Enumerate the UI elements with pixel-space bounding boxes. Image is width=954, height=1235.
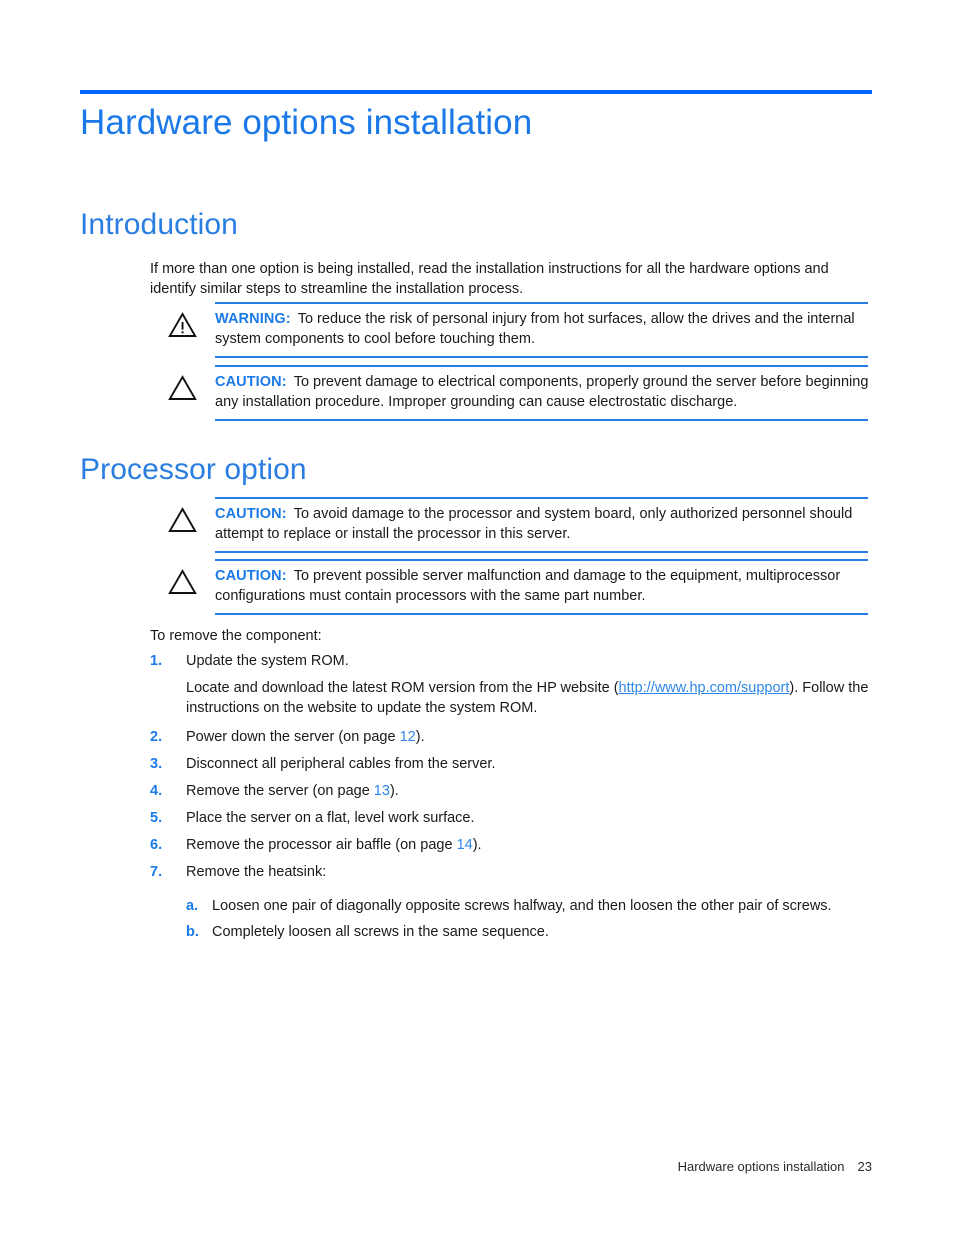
list-item: 6. Remove the processor air baffle (on p… <box>150 836 872 856</box>
alert-content: CAUTION: To prevent possible server malfu… <box>168 561 872 613</box>
list-item: 2. Power down the server (on page 12). <box>150 728 872 748</box>
introduction-paragraph: If more than one option is being install… <box>150 260 872 299</box>
header-accent-rule <box>80 90 872 94</box>
alert-label: CAUTION: <box>215 568 287 584</box>
page-title: Hardware options installation <box>80 103 533 142</box>
step-number: 7. <box>150 864 163 880</box>
step-text-prefix: Remove the server (on page <box>186 783 374 799</box>
alert-label: CAUTION: <box>215 506 287 522</box>
caution-alert-box: CAUTION: To prevent damage to electrical … <box>168 365 872 421</box>
introduction-paragraph-text: If more than one option is being install… <box>150 261 829 297</box>
hp-support-link[interactable]: http://www.hp.com/support <box>619 680 790 696</box>
alert-text: CAUTION: To prevent possible server malfu… <box>215 567 872 606</box>
alert-text: CAUTION: To avoid damage to the processor… <box>215 505 872 544</box>
substep-text: Loosen one pair of diagonally opposite s… <box>212 898 832 914</box>
alert-message: To avoid damage to the processor and sys… <box>215 506 853 542</box>
step-text-suffix: ). <box>472 837 482 853</box>
step-detail-prefix: Locate and download the latest ROM versi… <box>186 680 619 696</box>
page-reference-link[interactable]: 14 <box>457 837 473 853</box>
alert-content: CAUTION: To avoid damage to the processor… <box>168 499 872 551</box>
step-text-suffix: ). <box>415 729 425 745</box>
step-detail: Locate and download the latest ROM versi… <box>186 679 872 718</box>
alert-content: CAUTION: To prevent damage to electrical … <box>168 367 872 419</box>
section-heading-processor-option: Processor option <box>80 453 307 486</box>
caution-triangle-icon <box>168 567 215 595</box>
step-text-suffix: ). <box>389 783 399 799</box>
alert-message: To prevent possible server malfunction a… <box>215 568 841 604</box>
list-item: 5. Place the server on a flat, level wor… <box>150 809 872 829</box>
step-number: 3. <box>150 756 163 772</box>
step-number: 2. <box>150 729 163 745</box>
alert-bottom-rule <box>215 613 868 615</box>
step-text: Remove the processor air baffle (on page… <box>186 836 872 856</box>
step-text: Place the server on a flat, level work s… <box>186 810 475 826</box>
alert-text: WARNING: To reduce the risk of personal i… <box>215 310 872 349</box>
footer-page-number: 23 <box>857 1159 872 1174</box>
alert-text: CAUTION: To prevent damage to electrical … <box>215 373 872 412</box>
step-text-prefix: Remove the processor air baffle (on page <box>186 837 457 853</box>
page-reference-link[interactable]: 12 <box>400 729 416 745</box>
alert-message: To reduce the risk of personal injury fr… <box>215 311 855 347</box>
step-text: Remove the server (on page 13). <box>186 782 872 802</box>
step-number: 5. <box>150 810 163 826</box>
procedure-intro-text: To remove the component: <box>150 628 322 644</box>
alert-bottom-rule <box>215 356 868 358</box>
warning-triangle-icon <box>168 310 215 338</box>
list-item: 3. Disconnect all peripheral cables from… <box>150 755 872 775</box>
list-item: 7. Remove the heatsink: <box>150 863 872 883</box>
page-footer: Hardware options installation 23 <box>80 1158 872 1176</box>
step-text: Remove the heatsink: <box>186 864 327 880</box>
alert-bottom-rule <box>215 551 868 553</box>
step-text: Power down the server (on page 12). <box>186 728 872 748</box>
step-number: 6. <box>150 837 163 853</box>
caution-triangle-icon <box>168 505 215 533</box>
alert-content: WARNING: To reduce the risk of personal i… <box>168 304 872 356</box>
step-text: Update the system ROM. <box>186 653 349 669</box>
step-text-prefix: Power down the server (on page <box>186 729 400 745</box>
substep-number: a. <box>186 898 199 914</box>
list-item: 1. Update the system ROM. <box>150 652 872 672</box>
step-text: Disconnect all peripheral cables from th… <box>186 756 496 772</box>
procedure-step-list: 1. Update the system ROM. Locate and dow… <box>150 652 872 948</box>
list-item: b. Completely loosen all screws in the s… <box>186 923 872 943</box>
alert-label: WARNING: <box>215 311 291 327</box>
page-reference-link[interactable]: 13 <box>374 783 390 799</box>
section-heading-introduction: Introduction <box>80 208 238 241</box>
alert-label: CAUTION: <box>215 374 287 390</box>
step-number: 4. <box>150 783 163 799</box>
alert-bottom-rule <box>215 419 868 421</box>
caution-triangle-icon <box>168 373 215 401</box>
list-item: a. Loosen one pair of diagonally opposit… <box>186 897 872 917</box>
caution-alert-box: CAUTION: To avoid damage to the processor… <box>168 497 872 553</box>
substep-number: b. <box>186 923 199 940</box>
procedure-substep-list: a. Loosen one pair of diagonally opposit… <box>186 890 872 942</box>
warning-alert-box: WARNING: To reduce the risk of personal i… <box>168 302 872 358</box>
substep-text: Completely loosen all screws in the same… <box>212 923 549 940</box>
list-item: 4. Remove the server (on page 13). <box>150 782 872 802</box>
caution-alert-box: CAUTION: To prevent possible server malfu… <box>168 559 872 615</box>
document-page: Hardware options installation Introducti… <box>0 0 954 1235</box>
alert-message: To prevent damage to electrical componen… <box>215 374 869 410</box>
step-number: 1. <box>150 653 163 669</box>
footer-chapter-label: Hardware options installation <box>677 1159 845 1174</box>
